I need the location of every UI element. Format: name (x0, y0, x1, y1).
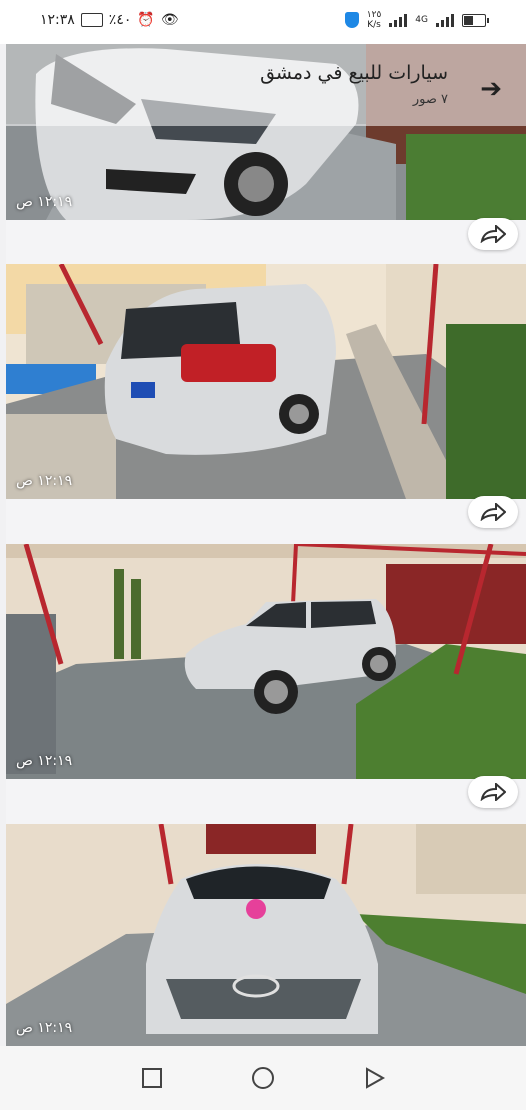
photo-timestamp: ١٢:١٩ ص (16, 473, 73, 489)
battery-percent: ٪٤٠ (108, 12, 132, 28)
forward-button[interactable] (468, 496, 518, 528)
sim-icon (80, 13, 103, 27)
photo-4[interactable]: ١٢:١٩ ص (6, 824, 526, 1046)
shield-icon (344, 12, 359, 28)
album-header: سيارات للبيع في دمشق ٧ صور ➔ (6, 44, 526, 126)
album-title: سيارات للبيع في دمشق (260, 62, 448, 84)
photo-2[interactable]: ١٢:١٩ ص (6, 264, 526, 499)
clock: ١٢:٣٨ (40, 12, 75, 28)
square-icon (142, 1068, 162, 1088)
forward-icon (480, 503, 506, 521)
recents-button[interactable] (140, 1066, 164, 1090)
triangle-back-icon (366, 1067, 386, 1089)
signal-icon (389, 13, 408, 27)
status-right: ١٢٥ K/s 4G (344, 10, 489, 30)
car-rear-image (6, 264, 526, 499)
system-nav-bar (0, 1046, 526, 1110)
signal-icon-2 (436, 13, 454, 27)
speed-unit: K/s (367, 20, 381, 30)
speed-value: ١٢٥ (366, 10, 382, 20)
photo-timestamp: ١٢:١٩ ص (16, 753, 73, 769)
battery-icon (462, 13, 489, 27)
home-button[interactable] (251, 1066, 275, 1090)
network-type: 4G (415, 15, 428, 25)
car-front-straight-image (6, 824, 526, 1046)
photo-timestamp: ١٢:١٩ ص (16, 194, 73, 210)
forward-icon (480, 225, 506, 243)
back-arrow-icon[interactable]: ➔ (480, 74, 502, 104)
forward-button[interactable] (468, 776, 518, 808)
eye-icon: 👁 (160, 12, 179, 28)
photo-3[interactable]: ١٢:١٩ ص (6, 544, 526, 779)
status-left: ١٢:٣٨ ٪٤٠ ⏰ 👁 (40, 12, 179, 28)
message-gap (6, 220, 526, 264)
message-gap (6, 499, 526, 544)
status-bar: ١٢:٣٨ ٪٤٠ ⏰ 👁 ١٢٥ K/s 4G (0, 0, 526, 44)
forward-button[interactable] (468, 218, 518, 250)
alarm-icon: ⏰ (137, 12, 155, 28)
photo-timestamp: ١٢:١٩ ص (16, 1020, 73, 1036)
circle-icon (252, 1067, 274, 1089)
album-subtitle: ٧ صور (412, 92, 448, 107)
car-side-image (6, 544, 526, 779)
message-gap (6, 779, 526, 824)
network-speed: ١٢٥ K/s (367, 10, 382, 30)
back-button[interactable] (362, 1066, 386, 1090)
forward-icon (480, 783, 506, 801)
